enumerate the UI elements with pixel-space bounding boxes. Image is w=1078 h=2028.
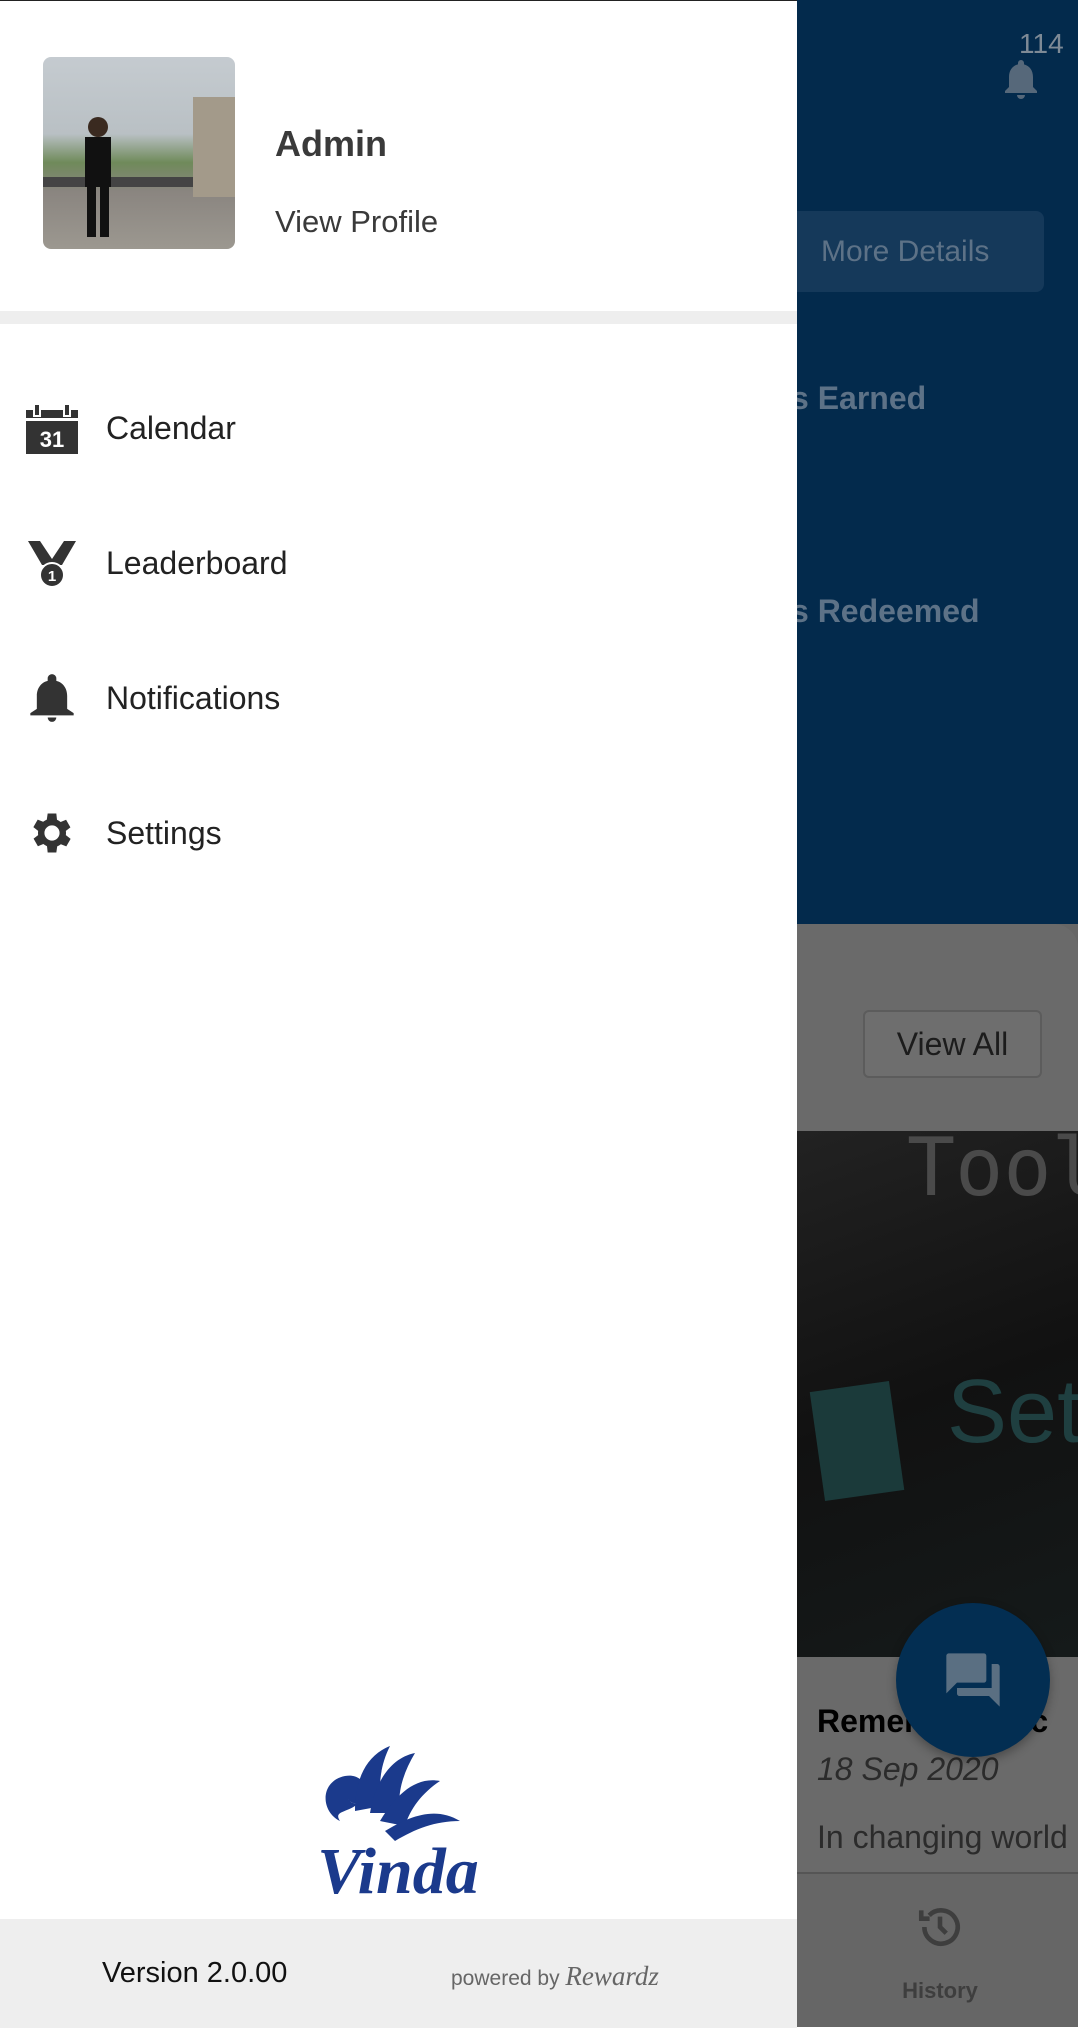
menu-item-leaderboard[interactable]: 1 Leaderboard: [0, 513, 797, 613]
background-home-screen: 114 More Details s Earned s Redeemed Vie…: [797, 0, 1078, 2027]
navigation-drawer: Admin View Profile 31 Calendar 1 Leaderb…: [0, 0, 797, 2028]
medal-icon: 1: [28, 541, 76, 588]
drawer-footer: Version 2.0.00 powered by Rewardz: [0, 1919, 797, 2028]
view-all-button[interactable]: View All: [863, 1010, 1042, 1078]
gear-icon: [33, 813, 71, 853]
more-details-button[interactable]: More Details: [797, 211, 1044, 292]
profile-name: Admin: [275, 123, 387, 164]
chat-icon: [946, 1653, 1000, 1707]
history-icon[interactable]: [915, 1902, 965, 1952]
app-version: Version 2.0.00: [102, 1957, 288, 1989]
powered-by-text: powered by: [451, 1967, 560, 1990]
svg-text:Vinda: Vinda: [317, 1835, 478, 1901]
view-profile-link[interactable]: View Profile: [275, 204, 438, 240]
menu-label: Settings: [106, 814, 222, 851]
menu-item-settings[interactable]: Settings: [0, 783, 797, 883]
vinda-logo: Vinda: [317, 1746, 479, 1901]
bell-icon: [30, 674, 74, 722]
svg-text:31: 31: [40, 427, 64, 452]
bottom-nav: History: [797, 1872, 1078, 2027]
avatar[interactable]: [43, 57, 235, 249]
svg-text:1: 1: [48, 568, 56, 585]
points-earned-label: s Earned: [797, 380, 927, 416]
menu-label: Calendar: [106, 409, 236, 446]
points-redeemed-label: s Redeemed: [797, 593, 980, 629]
header-panel: 114 More Details s Earned s Redeemed: [797, 0, 1078, 924]
chat-fab-button[interactable]: [896, 1603, 1050, 1757]
menu-label: Notifications: [106, 679, 281, 716]
news-excerpt: In changing world: [817, 1819, 1068, 1855]
menu-label: Leaderboard: [106, 544, 288, 581]
menu-item-notifications[interactable]: Notifications: [0, 648, 797, 748]
news-image[interactable]: Tool Set: [797, 1121, 1078, 1657]
menu-item-calendar[interactable]: 31 Calendar: [0, 378, 797, 478]
nav-history[interactable]: History: [877, 1978, 1003, 2004]
divider: [0, 311, 797, 324]
rewardz-logo: Rewardz: [565, 1961, 659, 1991]
powered-by: powered by Rewardz: [451, 1961, 659, 1992]
bell-icon[interactable]: [997, 55, 1045, 103]
calendar-icon: 31: [26, 403, 78, 454]
